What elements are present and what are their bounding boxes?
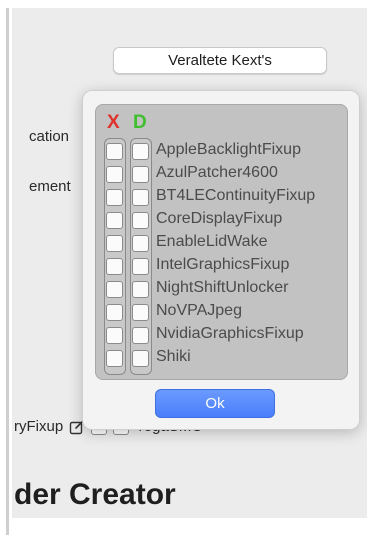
kext-row: NvidiaGraphicsFixup — [96, 324, 349, 348]
column-d-header: D — [133, 112, 147, 133]
kext-d-checkbox[interactable] — [132, 143, 149, 160]
kext-row: AzulPatcher4600 — [96, 163, 349, 187]
kext-d-checkbox[interactable] — [132, 189, 149, 206]
kext-row: NoVPAJpeg — [96, 301, 349, 325]
kext-label: AzulPatcher4600 — [156, 164, 278, 181]
kext-x-checkbox[interactable] — [106, 281, 123, 298]
kext-list-panel: X D AppleBacklightFixup AzulPatcher4600 … — [95, 104, 348, 380]
window-edge — [0, 0, 9, 535]
ok-button[interactable]: Ok — [155, 389, 275, 418]
kext-d-checkbox[interactable] — [132, 281, 149, 298]
kext-x-checkbox[interactable] — [106, 189, 123, 206]
kext-x-checkbox[interactable] — [106, 235, 123, 252]
tab-veraltete-kexts[interactable]: Veraltete Kext's — [113, 47, 327, 74]
kext-x-checkbox[interactable] — [106, 143, 123, 160]
kext-x-checkbox[interactable] — [106, 304, 123, 321]
kext-x-checkbox[interactable] — [106, 258, 123, 275]
kext-d-checkbox[interactable] — [132, 235, 149, 252]
page-heading: der Creator — [14, 478, 176, 511]
kext-row: IntelGraphicsFixup — [96, 255, 349, 279]
kext-row: BT4LEContinuityFixup — [96, 186, 349, 210]
kext-d-checkbox[interactable] — [132, 212, 149, 229]
background-label-cation: cation — [29, 128, 70, 145]
kext-row: AppleBacklightFixup — [96, 140, 349, 164]
kext-label: CoreDisplayFixup — [156, 210, 283, 227]
kext-row: CoreDisplayFixup — [96, 209, 349, 233]
kext-label: BT4LEContinuityFixup — [156, 187, 316, 204]
kext-row: NightShiftUnlocker — [96, 278, 349, 302]
kext-d-checkbox[interactable] — [132, 304, 149, 321]
kext-label: AppleBacklightFixup — [156, 141, 301, 158]
kext-label: NightShiftUnlocker — [156, 279, 289, 296]
kext-label: NoVPAJpeg — [156, 302, 242, 319]
kext-x-checkbox[interactable] — [106, 212, 123, 229]
kext-x-checkbox[interactable] — [106, 327, 123, 344]
kext-d-checkbox[interactable] — [132, 350, 149, 367]
deprecated-kexts-popover: X D AppleBacklightFixup AzulPatcher4600 … — [82, 90, 360, 430]
kext-d-checkbox[interactable] — [132, 327, 149, 344]
kext-label: Shiki — [156, 348, 191, 365]
kext-x-checkbox[interactable] — [106, 350, 123, 367]
kext-label: NvidiaGraphicsFixup — [156, 325, 304, 342]
kext-row: EnableLidWake — [96, 232, 349, 256]
kext-row: Shiki — [96, 347, 349, 371]
column-x-header: X — [107, 112, 120, 133]
kext-d-checkbox[interactable] — [132, 166, 149, 183]
kext-d-checkbox[interactable] — [132, 258, 149, 275]
kext-x-checkbox[interactable] — [106, 166, 123, 183]
background-label-ement: ement — [29, 178, 71, 195]
kext-label: IntelGraphicsFixup — [156, 256, 290, 273]
kext-label: EnableLidWake — [156, 233, 268, 250]
background-label-ryfixup: ryFixup — [14, 418, 64, 435]
